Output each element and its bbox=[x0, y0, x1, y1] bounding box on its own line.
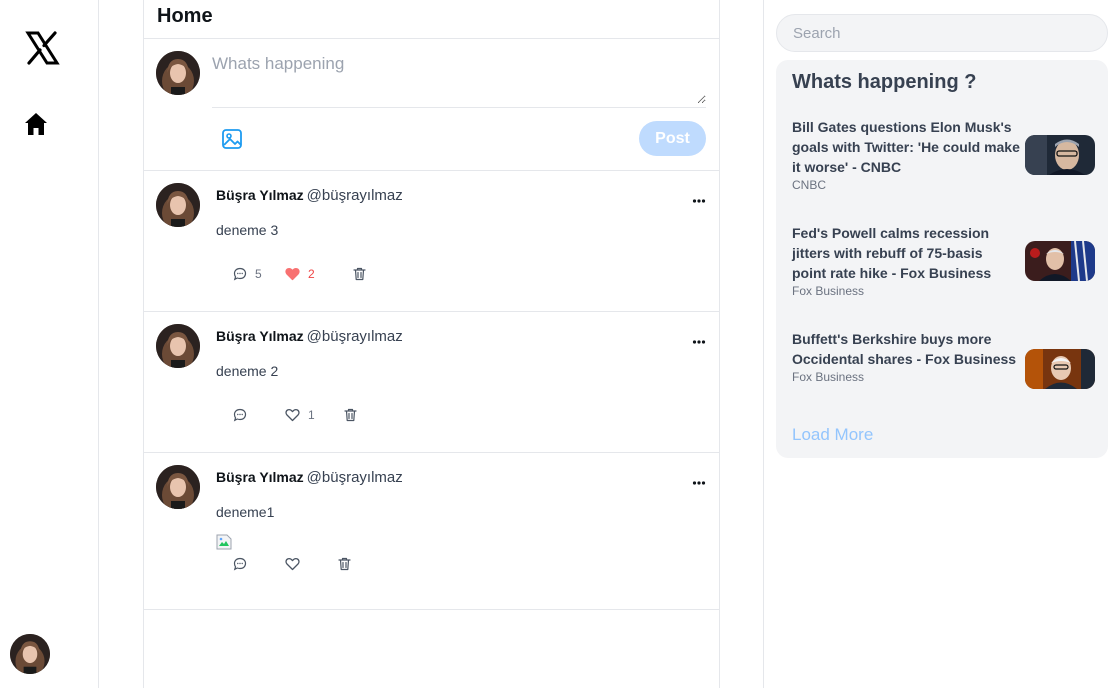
post-button[interactable]: Post bbox=[639, 121, 706, 156]
trash-icon bbox=[338, 557, 351, 571]
divider bbox=[144, 38, 719, 39]
post-author: Büşra Yılmaz @büşrayılmaz bbox=[216, 187, 403, 204]
trash-icon bbox=[353, 267, 366, 281]
author-handle[interactable]: @büşrayılmaz bbox=[307, 328, 403, 345]
comment-icon bbox=[233, 408, 247, 422]
divider bbox=[144, 609, 719, 610]
page-title: Home bbox=[157, 5, 213, 27]
like-count: 2 bbox=[308, 267, 315, 281]
heart-icon bbox=[285, 557, 300, 571]
compose-input[interactable] bbox=[212, 52, 706, 104]
like-button[interactable]: 1 bbox=[285, 408, 315, 422]
compose-avatar bbox=[156, 51, 200, 95]
trends-panel: Whats happening ? Bill Gates questions E… bbox=[776, 60, 1108, 458]
more-options-icon[interactable] bbox=[692, 332, 706, 344]
post-text: deneme 2 bbox=[216, 363, 279, 379]
delete-button[interactable] bbox=[353, 267, 366, 281]
comment-button[interactable] bbox=[233, 557, 255, 571]
post-author: Büşra Yılmaz @büşrayılmaz bbox=[216, 328, 403, 345]
post-item[interactable]: Büşra Yılmaz @büşrayılmaz deneme 3 5 2 bbox=[144, 171, 719, 312]
post-avatar[interactable] bbox=[156, 324, 200, 368]
trends-title: Whats happening ? bbox=[792, 71, 977, 93]
like-button[interactable]: 2 bbox=[285, 267, 315, 281]
post-author: Büşra Yılmaz @büşrayılmaz bbox=[216, 469, 403, 486]
news-source: CNBC bbox=[792, 178, 827, 192]
user-avatar[interactable] bbox=[10, 634, 50, 674]
image-upload-icon[interactable] bbox=[221, 128, 243, 150]
home-icon[interactable] bbox=[22, 110, 50, 138]
author-name[interactable]: Büşra Yılmaz bbox=[216, 328, 304, 344]
divider bbox=[212, 107, 706, 108]
post-item[interactable]: Büşra Yılmaz @büşrayılmaz deneme1 bbox=[144, 453, 719, 610]
more-options-icon[interactable] bbox=[692, 191, 706, 203]
like-button[interactable] bbox=[285, 557, 308, 571]
delete-button[interactable] bbox=[344, 408, 357, 422]
news-title[interactable]: Bill Gates questions Elon Musk's goals w… bbox=[792, 117, 1020, 177]
news-thumbnail[interactable] bbox=[1025, 135, 1095, 175]
more-options-icon[interactable] bbox=[692, 473, 706, 485]
author-handle[interactable]: @büşrayılmaz bbox=[307, 469, 403, 486]
comment-count: 5 bbox=[255, 267, 262, 281]
author-name[interactable]: Büşra Yılmaz bbox=[216, 187, 304, 203]
comment-button[interactable] bbox=[233, 408, 255, 422]
heart-icon bbox=[285, 267, 300, 281]
main-feed: Home Post Büşra Yılmaz@büşrayılmazdeneme… bbox=[143, 0, 720, 688]
post-item[interactable]: Büşra Yılmaz @büşrayılmaz deneme 2 1 bbox=[144, 312, 719, 453]
trash-icon bbox=[344, 408, 357, 422]
news-title[interactable]: Buffett's Berkshire buys more Occidental… bbox=[792, 329, 1020, 369]
news-thumbnail[interactable] bbox=[1025, 349, 1095, 389]
author-handle[interactable]: @büşrayılmaz bbox=[307, 187, 403, 204]
search-input[interactable] bbox=[776, 14, 1108, 52]
news-source: Fox Business bbox=[792, 370, 865, 384]
comment-button[interactable]: 5 bbox=[233, 267, 262, 281]
post-text: deneme 3 bbox=[216, 222, 279, 238]
news-source: Fox Business bbox=[792, 284, 865, 298]
heart-icon bbox=[285, 408, 300, 422]
comment-icon bbox=[233, 557, 247, 571]
news-title[interactable]: Fed's Powell calms recession jitters wit… bbox=[792, 223, 1020, 283]
post-image[interactable] bbox=[216, 534, 232, 550]
post-text: deneme1 bbox=[216, 504, 275, 520]
post-avatar[interactable] bbox=[156, 183, 200, 227]
delete-button[interactable] bbox=[338, 557, 351, 571]
like-count: 1 bbox=[308, 408, 315, 422]
divider bbox=[763, 0, 764, 688]
load-more-link[interactable]: Load More bbox=[792, 425, 873, 445]
comment-icon bbox=[233, 267, 247, 281]
post-avatar[interactable] bbox=[156, 465, 200, 509]
x-logo-icon[interactable] bbox=[24, 30, 60, 66]
left-sidebar bbox=[0, 0, 99, 688]
news-thumbnail[interactable] bbox=[1025, 241, 1095, 281]
author-name[interactable]: Büşra Yılmaz bbox=[216, 469, 304, 485]
